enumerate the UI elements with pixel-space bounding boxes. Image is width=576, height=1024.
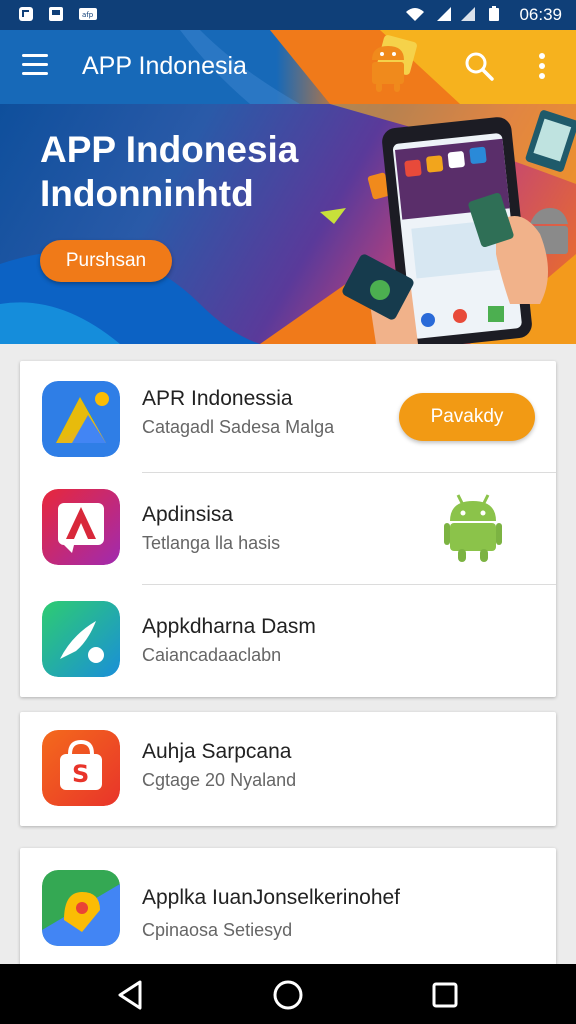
app-list-card: Applka IuanJonselkerinohef Cpinaosa Seti… <box>20 848 556 968</box>
hero-heading-line2: Indonninhtd <box>40 173 254 214</box>
app-name: Apdinsisa <box>142 503 234 526</box>
app-name: APR Indonessia <box>142 387 293 410</box>
app-subtitle: Tetlanga lla hasis <box>142 533 281 553</box>
wifi-icon <box>406 8 424 21</box>
phone-illustration <box>320 110 576 344</box>
android-icon <box>444 494 502 562</box>
app-subtitle: Cgtage 20 Nyaland <box>142 770 297 790</box>
app-list-card: S Auhja Sarpcana Cgtage 20 Nyaland <box>20 712 556 826</box>
recents-icon[interactable] <box>428 978 462 1012</box>
app-subtitle: Cpinaosa Setiesyd <box>142 920 293 940</box>
app-name: Auhja Sarpcana <box>142 740 292 763</box>
home-icon[interactable] <box>271 978 305 1012</box>
navigation-bar <box>0 964 576 1024</box>
svg-text:afp: afp <box>82 11 94 19</box>
status-bar: afp 06:39 <box>0 0 576 30</box>
install-button[interactable]: Pavakdy <box>399 393 535 441</box>
signal-icon <box>461 7 475 21</box>
svg-text:S: S <box>72 760 89 788</box>
more-vert-icon[interactable] <box>530 50 554 82</box>
status-time: 06:39 <box>519 5 562 24</box>
list-item[interactable]: Applka IuanJonselkerinohef Cpinaosa Seti… <box>20 848 556 960</box>
app-subtitle: Caiancadaaclabn <box>142 645 282 665</box>
maps-icon <box>42 870 120 946</box>
gallery-icon <box>49 7 63 21</box>
back-icon[interactable] <box>114 978 148 1012</box>
app-subtitle: Catagadl Sadesa Malga <box>142 417 335 437</box>
app-name: Applka IuanJonselkerinohef <box>142 886 401 909</box>
search-icon[interactable] <box>463 50 495 82</box>
app-name: Appkdharna Dasm <box>142 615 316 638</box>
maps-icon <box>42 381 120 457</box>
battery-icon <box>489 6 499 21</box>
app-title: APP Indonesia <box>82 52 247 80</box>
app-bar: APP Indonesia <box>0 30 576 104</box>
list-item[interactable]: Appkdharna Dasm Caiancadaaclabn <box>20 585 556 697</box>
app-list-card: APR Indonessia Catagadl Sadesa Malga Pav… <box>20 361 556 697</box>
hero-heading-line1: APP Indonesia <box>40 129 299 170</box>
hero-action-button[interactable]: Purshsan <box>40 240 172 282</box>
list-item[interactable]: S Auhja Sarpcana Cgtage 20 Nyaland <box>20 712 556 824</box>
app-notification-icon: afp <box>79 8 97 20</box>
leaf-icon <box>42 601 120 677</box>
signal-icon <box>437 7 451 21</box>
hero-banner: APP Indonesia Indonninhtd Purshsan <box>0 104 576 344</box>
list-item[interactable]: Apdinsisa Tetlanga lla hasis <box>20 473 556 585</box>
a-logo-icon <box>42 489 120 565</box>
menu-button[interactable] <box>22 54 48 76</box>
shopping-bag-icon: S <box>42 730 120 806</box>
list-item[interactable]: APR Indonessia Catagadl Sadesa Malga Pav… <box>20 361 556 473</box>
android-icon <box>372 35 417 92</box>
notification-icon <box>19 7 33 21</box>
hero-heading: APP Indonesia Indonninhtd <box>40 128 298 216</box>
